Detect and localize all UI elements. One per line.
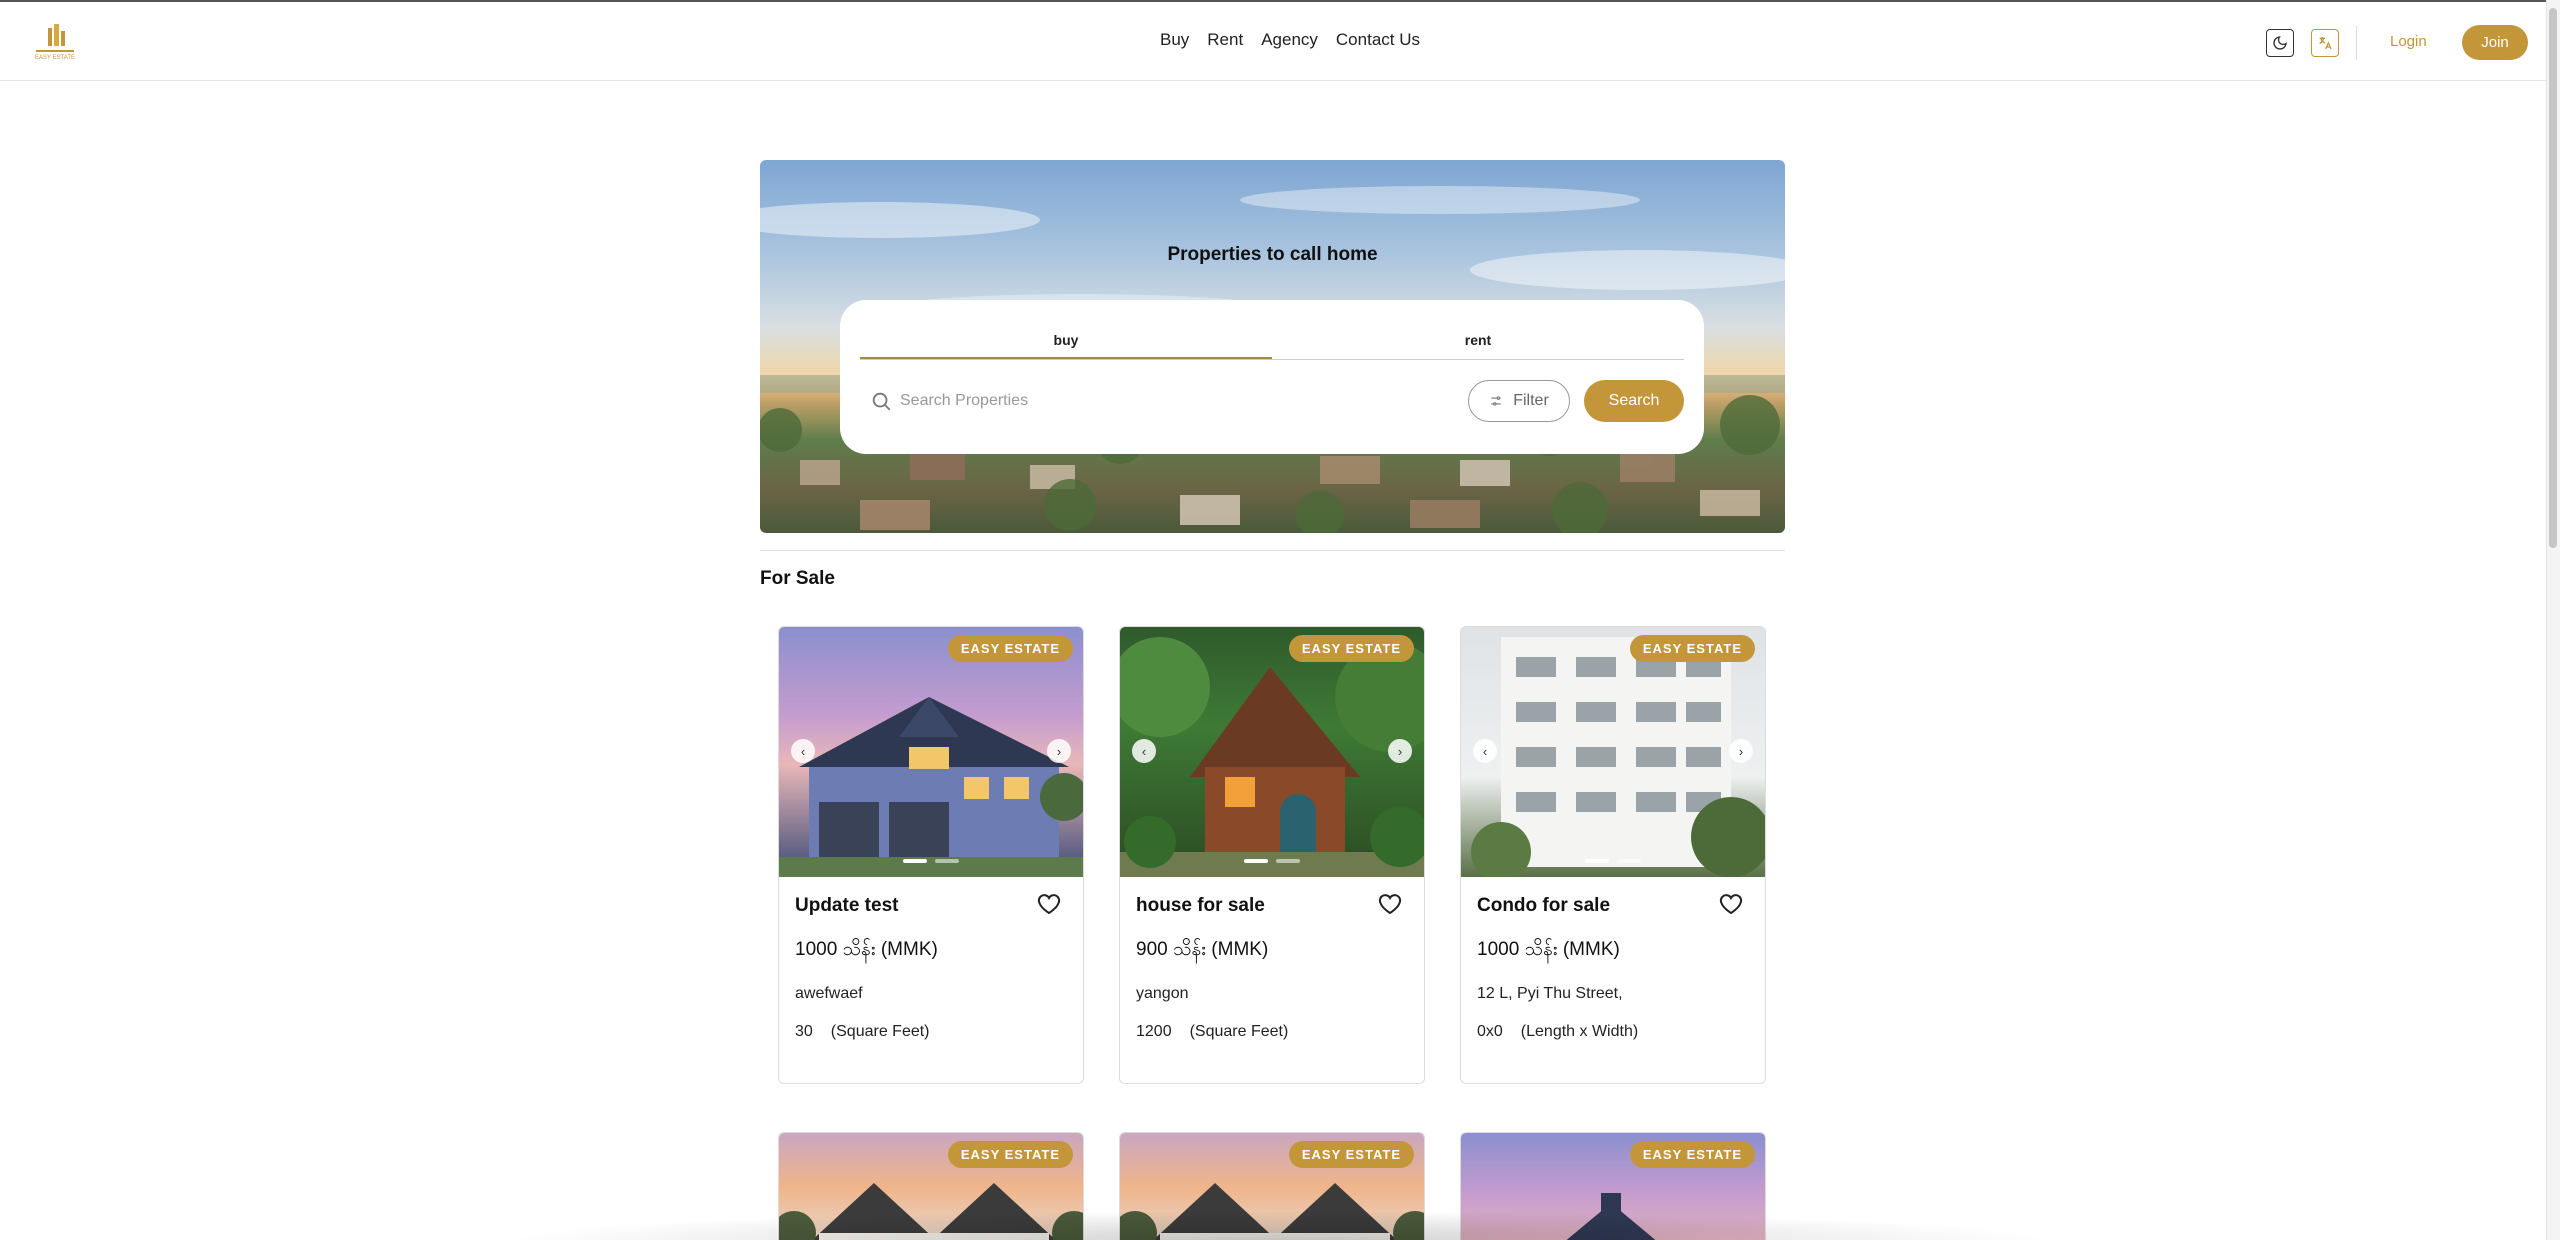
heart-icon[interactable] xyxy=(1037,893,1061,915)
chevron-left-icon: ‹ xyxy=(800,743,806,759)
hero-title: Properties to call home xyxy=(1167,244,1378,265)
page-scrollbar[interactable] xyxy=(2546,0,2560,1240)
property-address: awefwaef xyxy=(795,985,863,1002)
chevron-left-icon: ‹ xyxy=(1482,743,1488,759)
prev-image-button[interactable]: ‹ xyxy=(791,739,815,763)
main-nav: Buy Rent Agency Contact Us xyxy=(0,30,2546,50)
tab-rent[interactable]: rent xyxy=(1272,330,1684,359)
chevron-right-icon: › xyxy=(1397,743,1403,759)
filter-button[interactable]: Filter xyxy=(1468,380,1570,422)
moon-icon xyxy=(2273,36,2287,50)
carousel-dots xyxy=(779,859,1083,863)
search-tabs: buy rent xyxy=(860,330,1684,360)
condo-illustration xyxy=(1471,637,1765,877)
nav-rent[interactable]: Rent xyxy=(1207,30,1243,50)
property-image: EASY ESTATE ‹ › xyxy=(1120,627,1424,877)
next-image-button[interactable]: › xyxy=(1729,739,1753,763)
login-link[interactable]: Login xyxy=(2390,33,2427,50)
hero-banner: Properties to call home buy rent Filter … xyxy=(760,160,1785,533)
brand-badge: EASY ESTATE xyxy=(947,1141,1073,1168)
size-unit: (Square Feet) xyxy=(1189,1023,1289,1040)
property-price: 900 သိန်း (MMK) xyxy=(1136,939,1269,960)
section-title: For Sale xyxy=(760,568,835,589)
size-unit: (Square Feet) xyxy=(830,1023,930,1040)
property-title[interactable]: house for sale xyxy=(1136,895,1408,917)
property-size: 30 (Square Feet) xyxy=(795,1023,1067,1041)
property-title[interactable]: Update test xyxy=(795,895,1067,917)
search-row: Filter Search xyxy=(860,380,1684,422)
svg-text:EASY ESTATE: EASY ESTATE xyxy=(35,55,75,61)
language-toggle[interactable] xyxy=(2311,29,2339,57)
carousel-dot[interactable] xyxy=(935,859,959,863)
carousel-dot[interactable] xyxy=(1585,859,1609,863)
card-body: Update test 1000 သိန်း (MMK) awefwaef 30… xyxy=(779,877,1083,1083)
tab-buy[interactable]: buy xyxy=(860,330,1272,359)
property-card[interactable]: EASY ESTATE ‹ › house for sale 900 သိန်း… xyxy=(1119,626,1425,1084)
next-image-button[interactable]: › xyxy=(1388,739,1412,763)
brand-badge: EASY ESTATE xyxy=(1629,635,1755,662)
prev-image-button[interactable]: ‹ xyxy=(1473,739,1497,763)
nav-buy[interactable]: Buy xyxy=(1160,30,1189,50)
property-price: 1000 သိန်း (MMK) xyxy=(1477,939,1620,960)
filter-label: Filter xyxy=(1513,392,1549,409)
chevron-right-icon: › xyxy=(1738,743,1744,759)
size-unit: (Length x Width) xyxy=(1520,1023,1639,1040)
property-image: EASY ESTATE ‹ › xyxy=(1461,627,1765,877)
chevron-right-icon: › xyxy=(1056,743,1062,759)
next-image-button[interactable]: › xyxy=(1047,739,1071,763)
bottom-shadow xyxy=(500,1210,2060,1240)
size-value: 30 xyxy=(795,1023,813,1040)
join-button[interactable]: Join xyxy=(2462,25,2528,60)
carousel-dot[interactable] xyxy=(1617,859,1641,863)
brand-badge: EASY ESTATE xyxy=(1288,635,1414,662)
property-image: EASY ESTATE ‹ › xyxy=(779,627,1083,877)
search-button[interactable]: Search xyxy=(1584,380,1684,422)
search-panel: buy rent Filter Search xyxy=(840,300,1704,454)
nav-divider xyxy=(2356,26,2357,60)
search-input[interactable] xyxy=(900,388,1440,414)
property-card[interactable]: EASY ESTATE ‹ › Update test 1000 သိန်း (… xyxy=(778,626,1084,1084)
cabin-illustration xyxy=(1120,637,1424,877)
house-illustration xyxy=(779,697,1083,877)
property-size: 0x0 (Length x Width) xyxy=(1477,1023,1749,1041)
size-value: 1200 xyxy=(1136,1023,1172,1040)
section-divider xyxy=(760,550,1785,551)
carousel-dots xyxy=(1120,859,1424,863)
card-body: Condo for sale 1000 သိန်း (MMK) 12 L, Py… xyxy=(1461,877,1765,1083)
nav-contact-us[interactable]: Contact Us xyxy=(1336,30,1420,50)
property-price: 1000 သိန်း (MMK) xyxy=(795,939,938,960)
property-address: 12 L, Pyi Thu Street, xyxy=(1477,985,1623,1002)
property-title[interactable]: Condo for sale xyxy=(1477,895,1749,917)
carousel-dots xyxy=(1461,859,1765,863)
property-address: yangon xyxy=(1136,985,1189,1002)
size-value: 0x0 xyxy=(1477,1023,1503,1040)
property-card[interactable]: EASY ESTATE ‹ › Condo for sale 1000 သိန်… xyxy=(1460,626,1766,1084)
search-icon xyxy=(872,392,891,411)
carousel-dot[interactable] xyxy=(903,859,927,863)
card-body: house for sale 900 သိန်း (MMK) yangon 12… xyxy=(1120,877,1424,1083)
sliders-icon xyxy=(1491,396,1501,406)
prev-image-button[interactable]: ‹ xyxy=(1132,739,1156,763)
carousel-dot[interactable] xyxy=(1244,859,1268,863)
carousel-dot[interactable] xyxy=(1276,859,1300,863)
scrollbar-thumb[interactable] xyxy=(2549,8,2557,548)
brand-badge: EASY ESTATE xyxy=(1288,1141,1414,1168)
top-navbar: EASY ESTATE Buy Rent Agency Contact Us L… xyxy=(0,0,2546,81)
nav-agency[interactable]: Agency xyxy=(1261,30,1318,50)
brand-badge: EASY ESTATE xyxy=(1629,1141,1755,1168)
property-size: 1200 (Square Feet) xyxy=(1136,1023,1408,1041)
translate-icon xyxy=(2319,37,2332,50)
heart-icon[interactable] xyxy=(1719,893,1743,915)
chevron-left-icon: ‹ xyxy=(1141,743,1147,759)
heart-icon[interactable] xyxy=(1378,893,1402,915)
dark-mode-toggle[interactable] xyxy=(2266,29,2294,57)
brand-badge: EASY ESTATE xyxy=(947,635,1073,662)
